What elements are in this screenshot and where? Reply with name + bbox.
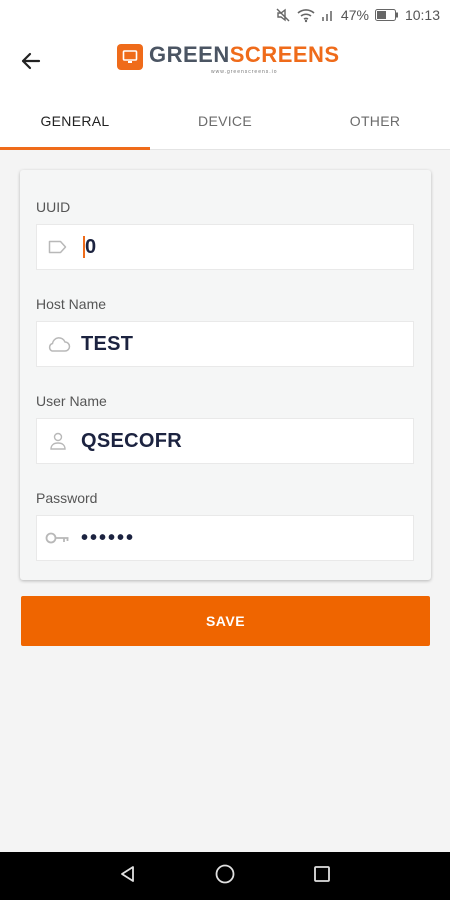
password-field[interactable]: •••••• xyxy=(36,515,414,561)
arrow-left-icon xyxy=(21,52,41,75)
uuid-field[interactable]: 0 xyxy=(36,224,414,270)
host-name-field[interactable]: TEST xyxy=(36,321,414,367)
clock: 10:13 xyxy=(404,7,440,23)
system-nav-bar xyxy=(0,852,450,900)
logo-word-screens: SCREENS xyxy=(229,42,340,67)
host-name-label: Host Name xyxy=(36,296,107,312)
recents-square-icon xyxy=(313,865,331,888)
tab-bar: GENERAL DEVICE OTHER xyxy=(0,92,450,150)
logo-word-green: GREEN xyxy=(149,42,230,67)
uuid-value: 0 xyxy=(83,235,97,259)
tag-icon xyxy=(41,240,75,254)
user-name-field[interactable]: QSECOFR xyxy=(36,418,414,464)
signal-icon xyxy=(321,8,335,22)
cloud-icon xyxy=(41,335,75,353)
home-circle-icon xyxy=(214,863,236,890)
back-button[interactable] xyxy=(16,48,46,78)
monitor-icon xyxy=(117,44,143,70)
key-icon xyxy=(41,531,75,545)
battery-percent: 47% xyxy=(340,7,369,23)
tab-other[interactable]: OTHER xyxy=(300,92,450,149)
password-value: •••••• xyxy=(81,526,136,549)
back-triangle-icon xyxy=(118,864,138,889)
uuid-label: UUID xyxy=(36,199,71,215)
tab-general[interactable]: GENERAL xyxy=(0,92,150,150)
person-icon xyxy=(41,431,75,451)
nav-recents-button[interactable] xyxy=(302,856,342,896)
logo-url: www.greenscreens.io xyxy=(211,69,278,75)
password-label: Password xyxy=(36,490,98,506)
tab-device[interactable]: DEVICE xyxy=(150,92,300,149)
host-name-value: TEST xyxy=(81,332,134,355)
user-name-label: User Name xyxy=(36,393,107,409)
battery-icon xyxy=(374,9,399,21)
nav-back-button[interactable] xyxy=(108,856,148,896)
mute-icon xyxy=(275,7,291,23)
user-name-value: QSECOFR xyxy=(81,429,182,452)
wifi-icon xyxy=(297,7,315,23)
save-button[interactable]: SAVE xyxy=(21,596,430,646)
nav-home-button[interactable] xyxy=(205,856,245,896)
app-bar: GREENSCREENS www.greenscreens.io xyxy=(0,32,450,92)
status-icons: 47% 10:13 xyxy=(275,7,440,23)
general-settings-card: UUID 0 Host Name TEST User Name QSECOFR … xyxy=(20,170,431,580)
logo: GREENSCREENS www.greenscreens.io xyxy=(117,42,340,82)
status-bar: 47% 10:13 xyxy=(0,0,450,32)
